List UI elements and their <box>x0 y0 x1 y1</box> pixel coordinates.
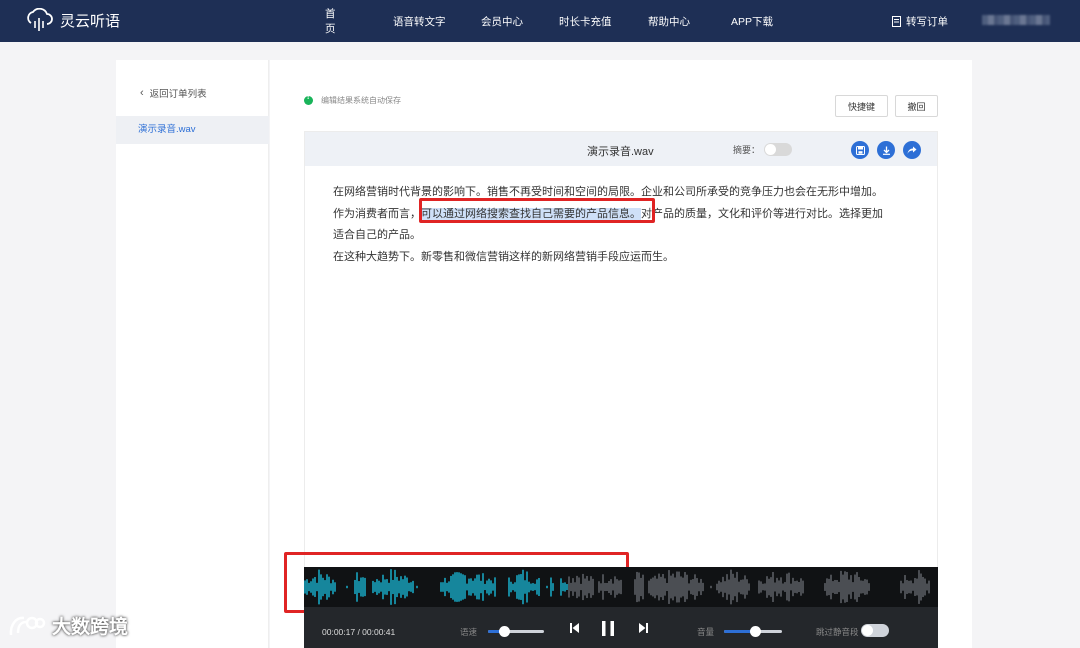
watermark: 大数跨境 <box>8 612 128 639</box>
skip-silence-label: 跳过静音段 <box>816 627 859 637</box>
document-icon <box>892 16 901 27</box>
nav-home[interactable]: 首页 <box>325 6 336 36</box>
highlight-annotation-box <box>419 198 655 223</box>
share-icon[interactable] <box>903 141 921 159</box>
summary-toggle[interactable] <box>764 143 793 156</box>
transcript-text[interactable]: 在网络营销时代背景的影响下。销售不再受时间和空间的局限。企业和公司所承受的竞争压… <box>333 182 923 268</box>
nav-app-download[interactable]: APP下载 <box>731 14 773 29</box>
skip-silence-toggle[interactable] <box>861 624 889 637</box>
volume-slider[interactable] <box>724 626 782 637</box>
sidebar-file-item[interactable]: 演示录音.wav <box>116 116 269 144</box>
cloud-sound-icon <box>27 8 53 31</box>
audio-player-controls: 00:00:17 / 00:00:41 语速 音量 跳过静音段 <box>304 607 938 648</box>
transcript-segment: 对产品的质量，文化和评价等进行对比。选择更加 <box>641 207 883 220</box>
transcript-segment: 作为消费者而言， <box>333 207 421 220</box>
autosave-notice: 编辑结果系统自动保存 <box>304 94 401 106</box>
nav-speech-to-text[interactable]: 语音转文字 <box>393 14 446 29</box>
watermark-text: 大数跨境 <box>52 617 129 638</box>
speed-slider-knob[interactable] <box>499 626 511 637</box>
chevron-left-icon: ‹ <box>140 87 144 99</box>
file-title: 演示录音.wav <box>587 146 654 158</box>
editor-header: 演示录音.wav 摘要： <box>305 132 937 166</box>
download-icon[interactable] <box>877 141 895 159</box>
info-icon <box>304 94 313 105</box>
speed-slider[interactable] <box>488 626 544 637</box>
next-icon[interactable] <box>639 623 648 633</box>
speed-label: 语速 <box>460 627 478 637</box>
previous-icon[interactable] <box>570 623 579 633</box>
back-to-order-list-link[interactable]: ‹ 返回订单列表 <box>140 86 207 100</box>
summary-toggle-group: 摘要： <box>733 143 793 156</box>
nav-member-center[interactable]: 会员中心 <box>481 14 523 29</box>
order-link-label: 转写订单 <box>906 16 948 28</box>
undo-button[interactable]: 撤回 <box>895 95 938 117</box>
summary-label: 摘要： <box>733 145 761 155</box>
volume-label: 音量 <box>697 627 715 637</box>
pause-icon[interactable] <box>602 621 614 636</box>
app-name: 灵云听语 <box>60 12 121 30</box>
back-link-label: 返回订单列表 <box>149 89 207 100</box>
save-icon[interactable] <box>851 141 869 159</box>
app-logo[interactable]: 灵云听语 <box>24 8 120 32</box>
nav-time-card-recharge[interactable]: 时长卡充值 <box>559 14 612 29</box>
top-navigation-bar: 灵云听语 首页 语音转文字 会员中心 时长卡充值 帮助中心 APP下载 转写订单 <box>0 0 1080 42</box>
audio-waveform[interactable] <box>304 567 938 607</box>
shortcut-keys-button[interactable]: 快捷键 <box>835 95 888 117</box>
user-account-blurred[interactable] <box>982 15 1050 25</box>
order-sidebar: ‹ 返回订单列表 演示录音.wav <box>116 60 269 648</box>
transcript-line: 在这种大趋势下。新零售和微信营销这样的新网络营销手段应运而生。 <box>333 250 674 263</box>
volume-slider-knob[interactable] <box>750 626 762 637</box>
autosave-text: 编辑结果系统自动保存 <box>321 96 401 105</box>
transcription-orders-link[interactable]: 转写订单 <box>892 14 948 29</box>
waveform-graphic <box>304 569 930 605</box>
transcript-line: 适合自己的产品。 <box>333 229 421 241</box>
watermark-logo-icon <box>9 616 46 635</box>
nav-help-center[interactable]: 帮助中心 <box>648 14 690 29</box>
playback-time: 00:00:17 / 00:00:41 <box>322 627 396 637</box>
